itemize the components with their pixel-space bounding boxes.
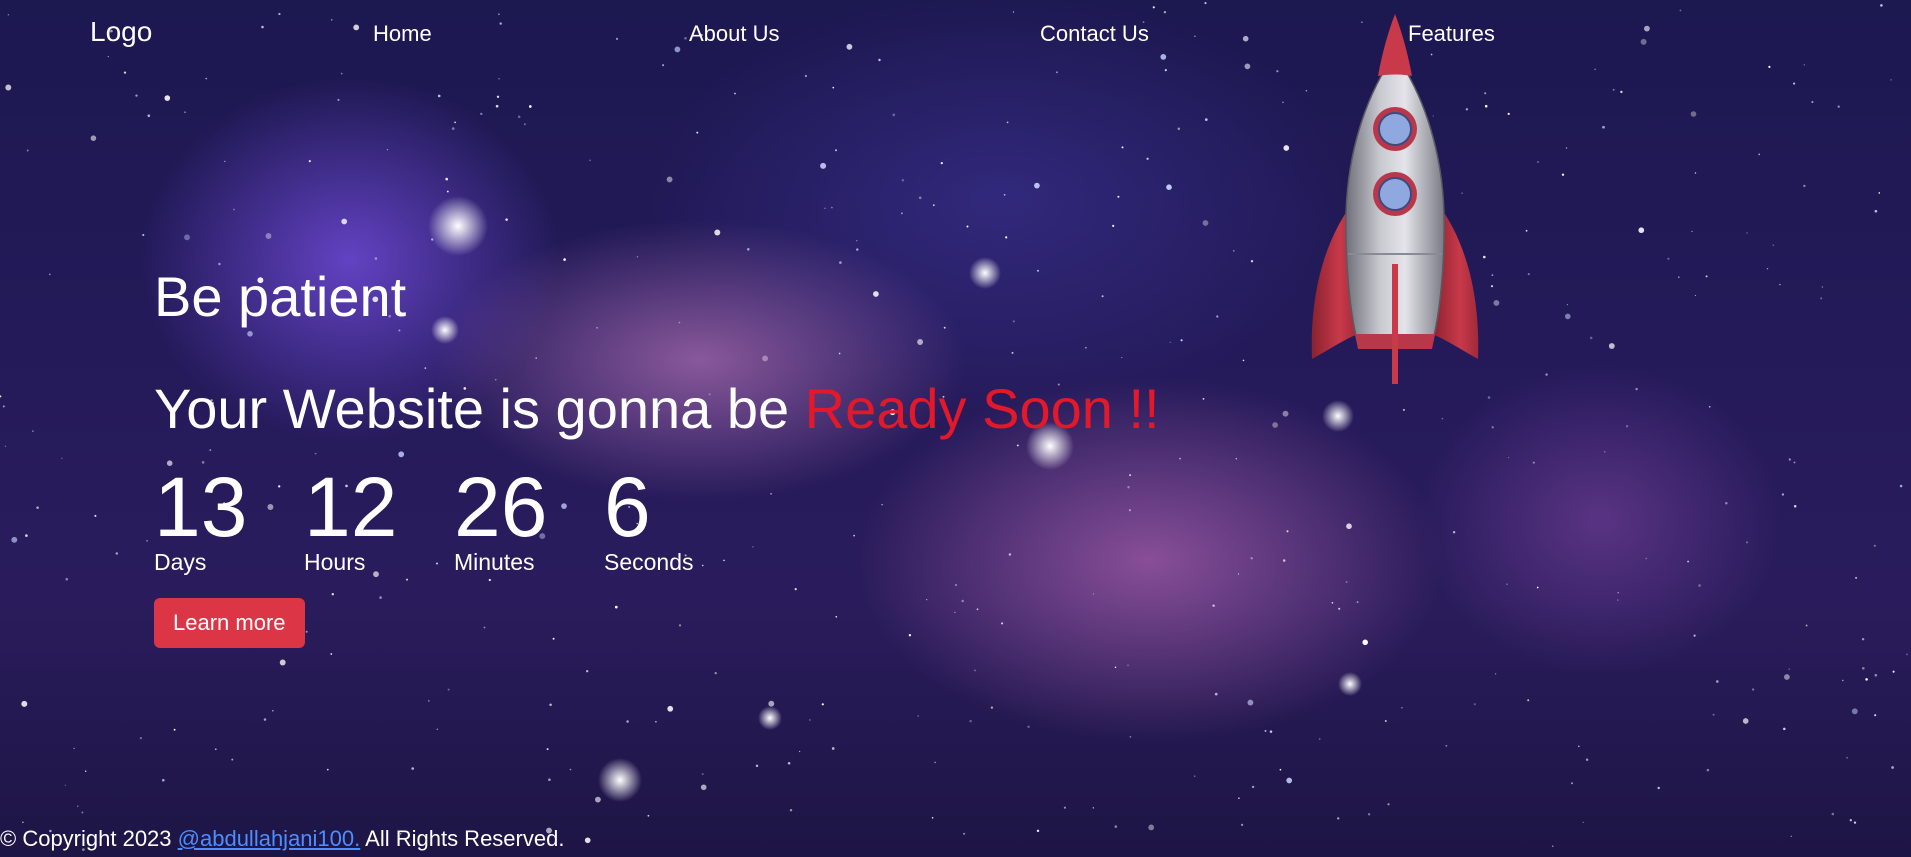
landing-page: Logo Home About Us Contact Us Features B…	[0, 0, 1911, 857]
nav-link-contact-us[interactable]: Contact Us	[1040, 21, 1149, 47]
site-logo[interactable]: Logo	[90, 16, 152, 48]
countdown-seconds-value: 6	[604, 460, 651, 554]
rights-text: All Rights Reserved.	[360, 826, 565, 851]
hero-subheading: Your Website is gonna be Ready Soon !!	[154, 374, 1254, 444]
countdown-seconds-label: Seconds	[604, 549, 694, 575]
countdown-minutes-value: 26	[454, 460, 548, 554]
countdown-minutes: 26 Minutes	[454, 460, 604, 576]
learn-more-button[interactable]: Learn more	[154, 598, 305, 648]
copyright-text: © Copyright 2023	[0, 826, 178, 851]
countdown-hours: 12 Hours	[304, 460, 454, 576]
footer: © Copyright 2023 @abdullahjani100. All R…	[0, 826, 564, 852]
countdown-minutes-label: Minutes	[454, 549, 535, 575]
author-link[interactable]: @abdullahjani100.	[178, 826, 361, 851]
hero-heading: Be patient	[154, 265, 407, 328]
hero-highlight-text: Ready Soon !!	[804, 377, 1160, 440]
hero-subheading-text: Your Website is gonna be	[154, 377, 805, 440]
countdown-hours-value: 12	[304, 460, 398, 554]
nav-link-home[interactable]: Home	[373, 21, 432, 47]
top-navbar: Logo Home About Us Contact Us Features	[0, 0, 1911, 68]
countdown-days-value: 13	[154, 460, 248, 554]
rocket-icon	[1311, 14, 1479, 384]
countdown-seconds: 6 Seconds	[604, 460, 754, 576]
nav-link-about-us[interactable]: About Us	[689, 21, 780, 47]
hero-section: Be patient Your Website is gonna be Read…	[154, 262, 1254, 648]
countdown-timer: 13 Days 12 Hours 26 Minutes 6 Seconds	[154, 460, 1254, 576]
countdown-days: 13 Days	[154, 460, 304, 576]
